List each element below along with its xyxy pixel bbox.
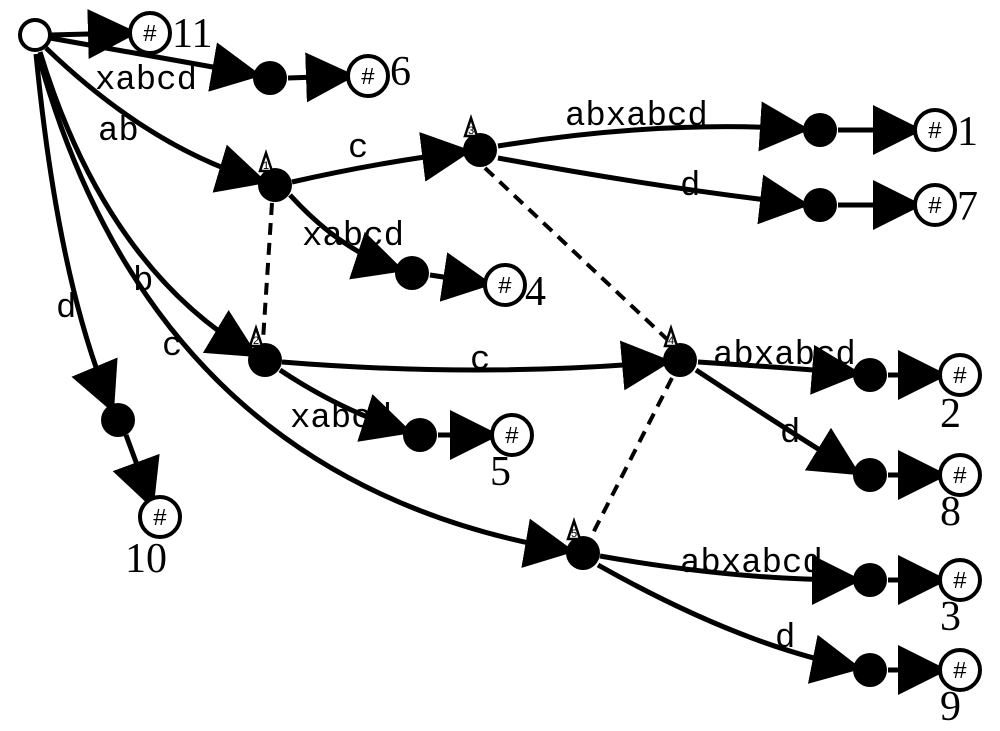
edge-label: xabcd [95, 62, 197, 100]
edge-label: abxabcd [565, 98, 708, 136]
internal-node [853, 563, 887, 597]
edge-label: c [162, 328, 182, 366]
tree-edge [36, 54, 110, 404]
internal-node [853, 358, 887, 392]
internal-node [853, 458, 887, 492]
terminal-hash: # [953, 569, 967, 596]
edge-label: d [56, 290, 76, 328]
suffix-link-order-num: 4 [668, 335, 674, 347]
terminal-hash: # [953, 464, 967, 491]
leaf-number: 10 [125, 535, 167, 583]
edge-label: d [780, 415, 800, 453]
leaf-number: 1 [957, 108, 978, 156]
leaf-number: 6 [390, 48, 411, 96]
edge-label: b [133, 263, 153, 301]
internal-node [566, 536, 600, 570]
edge-label: c [470, 342, 490, 380]
tree-edge [498, 158, 800, 204]
edge-label: d [680, 168, 700, 206]
suffix-link [263, 203, 272, 340]
internal-node [463, 133, 497, 167]
suffix-link-order-num: 5 [571, 528, 577, 540]
leaf-number: 9 [940, 683, 961, 731]
suffix-link-order-num: 2 [253, 335, 259, 347]
leaf-number: 3 [940, 593, 961, 641]
terminal-hash: # [953, 364, 967, 391]
leaf-number: 4 [525, 268, 546, 316]
edge-label: xabcd [302, 218, 404, 256]
suffix-link [485, 168, 670, 342]
leaf-number: 7 [957, 183, 978, 231]
internal-node [803, 113, 837, 147]
terminal-hash: # [953, 659, 967, 686]
internal-node [248, 343, 282, 377]
internal-node [395, 256, 429, 290]
tree-edge [430, 275, 483, 283]
leaf-number: 2 [940, 390, 961, 438]
terminal-hash: # [928, 194, 942, 221]
suffix-link-order-num: 1 [263, 160, 269, 172]
terminal-hash: # [143, 22, 157, 49]
tree-edge [126, 435, 150, 500]
edge-label: c [348, 130, 368, 168]
internal-node [853, 653, 887, 687]
suffix-link [592, 378, 672, 535]
internal-node [803, 188, 837, 222]
edge-label: abxabcd [713, 337, 856, 375]
internal-node [663, 343, 697, 377]
edge-label: ab [98, 113, 139, 151]
edge-label: xabcd [290, 400, 392, 438]
leaf-number: 5 [490, 448, 511, 496]
terminal-hash: # [498, 274, 512, 301]
internal-node [258, 168, 292, 202]
terminal-hash: # [153, 506, 167, 533]
suffix-link-order-num: 3 [468, 125, 474, 137]
root-node [20, 20, 50, 50]
leaf-number: 8 [940, 488, 961, 536]
terminal-hash: # [928, 119, 942, 146]
terminal-hash: # [505, 424, 519, 451]
edge-label: d [775, 620, 795, 658]
internal-node [253, 61, 287, 95]
tree-edge [292, 152, 462, 182]
tree-edge [288, 76, 346, 78]
terminal-hash: # [361, 65, 375, 92]
tree-edge [696, 370, 852, 470]
edge-label: abxabcd [680, 545, 823, 583]
internal-node [403, 418, 437, 452]
tree-edge [50, 33, 128, 35]
internal-node [101, 403, 135, 437]
leaf-number: 11 [172, 10, 212, 58]
